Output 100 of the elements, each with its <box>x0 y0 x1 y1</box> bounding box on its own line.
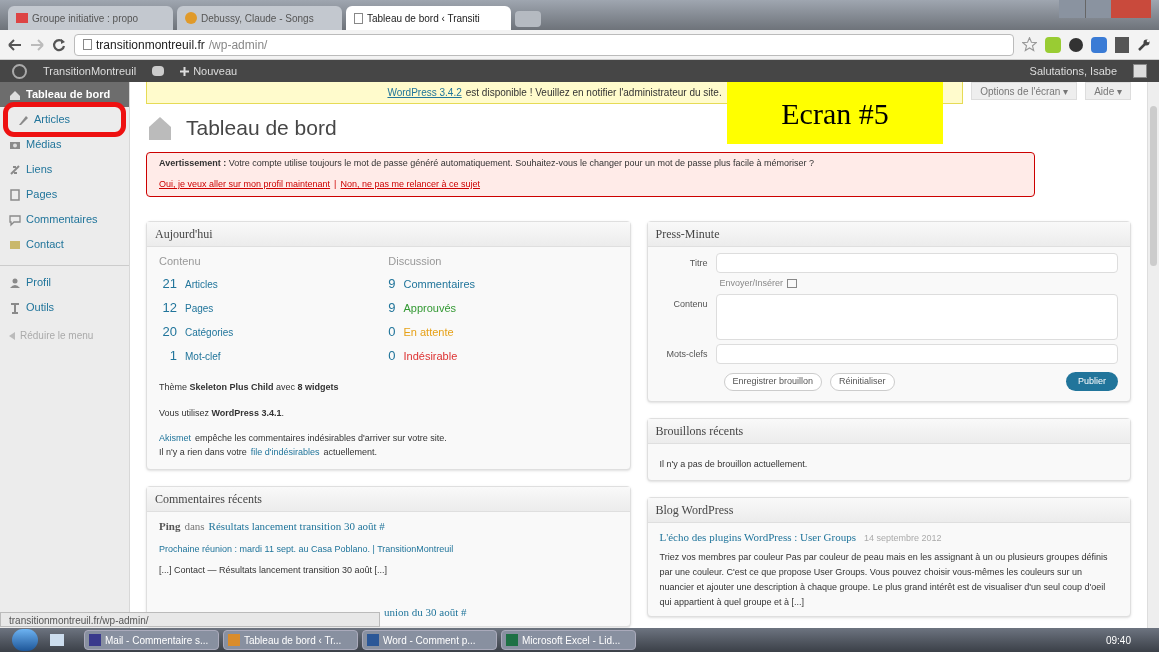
sidebar-item[interactable]: Liens <box>0 157 129 182</box>
url-path: /wp-admin/ <box>208 36 268 54</box>
comment-preposition: dans <box>184 519 205 534</box>
count-link[interactable]: 9 <box>388 275 396 292</box>
start-button[interactable] <box>12 629 38 651</box>
extension-icon[interactable] <box>1069 37 1083 52</box>
sidebar-item[interactable]: Profil <box>0 270 129 295</box>
media-icon[interactable] <box>787 278 798 288</box>
discussion-link[interactable]: Commentaires <box>403 276 475 293</box>
tab-title: Tableau de bord ‹ Transiti <box>367 11 480 26</box>
collapse-icon[interactable] <box>8 331 16 340</box>
page-icon <box>354 12 363 24</box>
field-label: Titre <box>688 256 708 270</box>
annotation-label: Ecran #5 <box>727 82 943 144</box>
page-icon <box>83 39 92 50</box>
count-link[interactable]: 20 <box>159 323 177 340</box>
greeting-link[interactable]: Salutations, Isabe <box>1029 62 1117 80</box>
app-icon <box>506 634 518 646</box>
page-title: Tableau de bord <box>186 115 337 141</box>
star-icon[interactable] <box>1022 37 1037 52</box>
comment-icon[interactable] <box>152 66 165 76</box>
content-link[interactable]: Pages <box>185 300 214 317</box>
column-heading: Contenu <box>159 253 202 269</box>
help-button[interactable]: Aide ▾ <box>1085 82 1131 100</box>
avatar-icon <box>1133 64 1147 78</box>
new-tab-button[interactable] <box>515 11 541 27</box>
title-field[interactable] <box>715 252 1118 273</box>
browser-tab[interactable]: Tableau de bord ‹ Transiti <box>346 6 511 30</box>
extension-icon[interactable] <box>1115 36 1129 53</box>
taskbar-label: Microsoft Excel - Lid... <box>522 633 621 648</box>
update-text: est disponible ! Veuillez en notifier l'administrateur du site. <box>465 86 722 100</box>
taskbar-item[interactable]: Word - Comment p... <box>362 630 497 650</box>
widget-title: Press-Minute <box>647 221 1130 247</box>
site-link[interactable]: TransitionMontreuil <box>43 62 137 80</box>
column-heading: Discussion <box>388 253 443 269</box>
mail-icon <box>16 13 28 23</box>
count-link[interactable]: 9 <box>388 299 396 316</box>
save-draft-button[interactable]: Enregistrer brouillon <box>723 372 823 391</box>
reset-button[interactable]: Réinitialiser <box>830 372 895 391</box>
post-link[interactable]: Résultats lancement transition 30 août # <box>208 518 385 535</box>
count-link[interactable]: 0 <box>388 347 396 364</box>
taskbar-label: Mail - Commentaire s... <box>105 633 209 648</box>
wrench-icon[interactable] <box>1137 37 1151 52</box>
discussion-link[interactable]: Approuvés <box>403 300 457 317</box>
taskbar-item[interactable]: Mail - Commentaire s... <box>84 630 219 650</box>
tab-title: Groupe initiative : propo <box>32 11 139 26</box>
profile-link[interactable]: Oui, je veux aller sur mon profil maintenant <box>159 178 331 192</box>
sidebar-item[interactable]: Contact <box>0 232 129 257</box>
comment-excerpt: [...] Contact — Résultats lancement transition 30 août [...] <box>159 564 389 577</box>
media-upload-link[interactable]: Envoyer/Insérer <box>719 276 784 290</box>
tags-field[interactable] <box>715 344 1118 364</box>
plus-icon[interactable] <box>180 66 190 76</box>
comment-icon <box>8 212 22 227</box>
field-label: Contenu <box>672 298 708 311</box>
browser-tab[interactable]: Debussy, Claude - Songs <box>177 6 342 30</box>
count-link[interactable]: 0 <box>388 323 396 340</box>
count-link[interactable]: 12 <box>159 299 177 316</box>
forward-arrow-icon[interactable] <box>30 38 44 51</box>
content-field[interactable] <box>715 294 1118 340</box>
screen-options-button[interactable]: Options de l'écran ▾ <box>971 82 1078 100</box>
update-link[interactable]: WordPress 3.4.2 <box>387 85 462 100</box>
maximize-button[interactable] <box>1085 0 1111 18</box>
sidebar-item[interactable]: Commentaires <box>0 207 129 232</box>
page-icon <box>8 187 22 202</box>
reload-icon[interactable] <box>52 37 66 52</box>
content-link[interactable]: Catégories <box>185 324 234 341</box>
sidebar-item[interactable]: Articles <box>8 107 121 132</box>
dismiss-link[interactable]: Non, ne pas me relancer à ce sujet <box>340 178 480 192</box>
sidebar-item[interactable]: Pages <box>0 182 129 207</box>
widget-title: Commentaires récents <box>147 487 630 512</box>
count-link[interactable]: 21 <box>159 275 177 292</box>
tab-title: Debussy, Claude - Songs <box>201 11 314 26</box>
blog-post-link[interactable]: L'écho des plugins WordPress : User Groups <box>659 529 856 546</box>
akismet-link[interactable]: Akismet <box>159 432 191 446</box>
new-link[interactable]: Nouveau <box>193 62 238 80</box>
back-arrow-icon[interactable] <box>8 38 22 51</box>
link-icon <box>8 162 22 177</box>
sidebar-item[interactable]: Outils <box>0 295 129 320</box>
post-link[interactable]: union du 30 août # <box>384 605 467 618</box>
field-label: Mots-clefs <box>665 348 708 361</box>
comment-source-link[interactable]: Prochaine réunion : mardi 11 sept. au Casa Poblano. | TransitionMontreuil <box>159 542 618 556</box>
wordpress-icon[interactable] <box>12 63 27 79</box>
link-separator: | <box>334 178 337 191</box>
content-link[interactable]: Articles <box>185 276 218 293</box>
blog-excerpt: Triez vos membres par couleur Pas par couleur de peau mais en les assignant à un ou plusieurs groupes définis par une couleur. C'est ce que propose User Groups. Vous pouvez choisir vous-mêmes les couleurs sur un nuancier et ajouter une description à chaque groupe. Le plus grand intérêt est de visualiser d'un seul coup d'oeil qui appartient à quel groupe et à [...] <box>659 550 1109 609</box>
taskbar-item[interactable]: Tableau de bord ‹ Tr... <box>223 630 358 650</box>
count-link[interactable]: 1 <box>159 347 177 364</box>
discussion-link[interactable]: Indésirable <box>403 348 458 365</box>
address-field[interactable]: transitionmontreuil.fr /wp-admin/ <box>74 33 1014 56</box>
spam-text: Il n'y a rien dans votre <box>159 445 247 459</box>
content-link[interactable]: Mot-clef <box>185 348 221 365</box>
publish-button[interactable]: Publier <box>1066 372 1118 391</box>
browser-tab[interactable]: Groupe initiative : propo <box>8 6 173 30</box>
akismet-text: empêche les commentaires indésirables d'arriver sur votre site. <box>195 432 447 445</box>
url-host: transitionmontreuil.fr <box>96 36 205 54</box>
taskbar-label: Tableau de bord ‹ Tr... <box>244 633 342 648</box>
app-icon <box>228 634 240 646</box>
spam-queue-link[interactable]: file d'indésirables <box>250 445 320 459</box>
taskbar-item[interactable]: Microsoft Excel - Lid... <box>501 630 636 650</box>
sidebar-item[interactable]: Médias <box>0 132 129 157</box>
